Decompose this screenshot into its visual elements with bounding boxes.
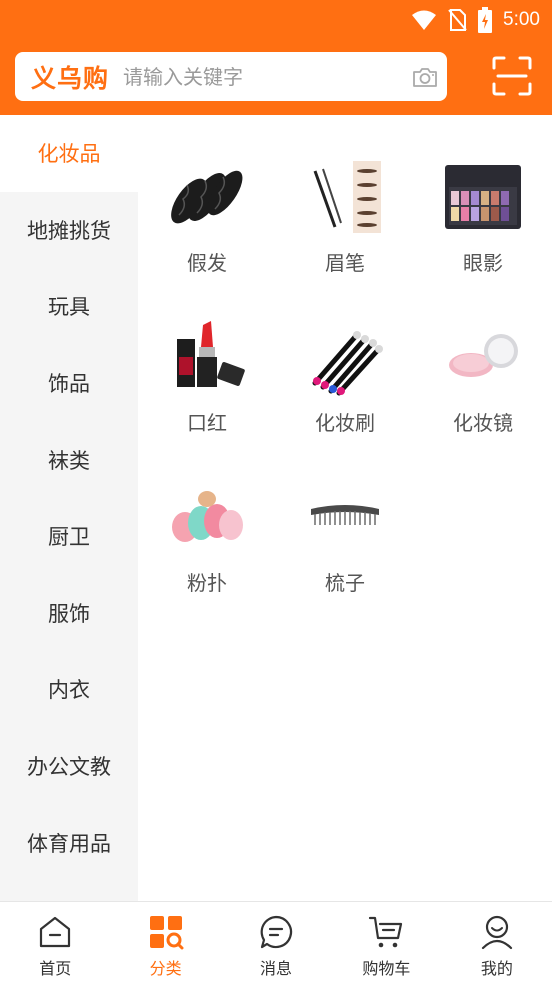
- profile-icon: [481, 915, 512, 950]
- grid-item-comb[interactable]: 梳子: [276, 435, 414, 595]
- status-bar: 5:00: [0, 0, 552, 40]
- grid-item-label: 眼影: [463, 251, 503, 275]
- tab-label: 分类: [149, 959, 182, 978]
- battery-charging-icon: [478, 7, 493, 33]
- grid-item-label: 粉扑: [187, 571, 227, 595]
- tab-cart[interactable]: 购物车: [331, 902, 441, 981]
- subcategory-grid: 假发 眉笔 眼影 口红 化妆刷 化妆镜 粉扑 梳子: [138, 115, 552, 901]
- wig-image: [167, 157, 247, 237]
- sidebar-item-accessories[interactable]: 饰品: [0, 345, 138, 422]
- grid-item-eyeshadow[interactable]: 眼影: [414, 115, 552, 275]
- tab-messages[interactable]: 消息: [221, 902, 331, 981]
- comb-image: [305, 477, 385, 557]
- grid-item-powder-puff[interactable]: 粉扑: [138, 435, 276, 595]
- sidebar-item-stationery[interactable]: 办公文教: [0, 728, 138, 805]
- grid-item-wig[interactable]: 假发: [138, 115, 276, 275]
- grid-item-makeup-brush[interactable]: 化妆刷: [276, 275, 414, 435]
- makeup-brush-image: [305, 317, 385, 397]
- scan-icon[interactable]: [492, 56, 532, 96]
- tab-label: 我的: [480, 959, 513, 978]
- eyeshadow-palette-image: [443, 157, 523, 237]
- bottom-tab-bar: 首页 分类 消息 购物车 我的: [0, 901, 552, 981]
- sidebar-item-cosmetics[interactable]: 化妆品: [0, 115, 138, 192]
- sidebar-item-toys[interactable]: 玩具: [0, 268, 138, 345]
- tab-label: 消息: [260, 959, 293, 978]
- search-input[interactable]: [123, 64, 414, 89]
- grid-item-label: 眉笔: [325, 251, 365, 275]
- sidebar-item-sports[interactable]: 体育用品: [0, 804, 138, 881]
- cart-icon: [369, 916, 403, 948]
- grid-item-label: 梳子: [325, 571, 365, 595]
- category-sidebar: 化妆品 地摊挑货 玩具 饰品 袜类 厨卫 服饰 内衣 办公文教 体育用品: [0, 115, 138, 901]
- grid-item-makeup-mirror[interactable]: 化妆镜: [414, 275, 552, 435]
- sidebar-item-stall-goods[interactable]: 地摊挑货: [0, 192, 138, 269]
- brand-logo: 义乌购: [31, 63, 110, 93]
- search-box[interactable]: 义乌购: [15, 52, 447, 101]
- grid-item-label: 化妆镜: [453, 411, 513, 435]
- sidebar-item-kitchen-bath[interactable]: 厨卫: [0, 498, 138, 575]
- status-time: 5:00: [503, 9, 540, 30]
- home-icon: [40, 916, 71, 948]
- sidebar-item-apparel[interactable]: 服饰: [0, 575, 138, 652]
- camera-icon[interactable]: [411, 63, 439, 91]
- status-icons: 5:00: [411, 7, 540, 33]
- eyebrow-pencil-image: [305, 157, 385, 237]
- sidebar-item-socks[interactable]: 袜类: [0, 421, 138, 498]
- tab-label: 购物车: [362, 959, 411, 978]
- category-icon: [149, 916, 184, 950]
- wifi-icon: [412, 10, 437, 30]
- tab-label: 首页: [39, 959, 72, 978]
- grid-item-lipstick[interactable]: 口红: [138, 275, 276, 435]
- grid-item-label: 假发: [187, 251, 227, 275]
- no-sim-icon: [448, 9, 467, 31]
- header: 义乌购: [0, 40, 552, 115]
- tab-home[interactable]: 首页: [0, 902, 110, 981]
- makeup-mirror-image: [443, 317, 523, 397]
- message-icon: [260, 915, 293, 949]
- grid-item-label: 口红: [187, 411, 227, 435]
- tab-profile[interactable]: 我的: [442, 902, 552, 981]
- grid-item-eyebrow-pencil[interactable]: 眉笔: [276, 115, 414, 275]
- grid-item-label: 化妆刷: [315, 411, 375, 435]
- sidebar-item-underwear[interactable]: 内衣: [0, 651, 138, 728]
- tab-category[interactable]: 分类: [110, 902, 220, 981]
- powder-puff-image: [167, 477, 247, 557]
- lipstick-image: [167, 317, 247, 397]
